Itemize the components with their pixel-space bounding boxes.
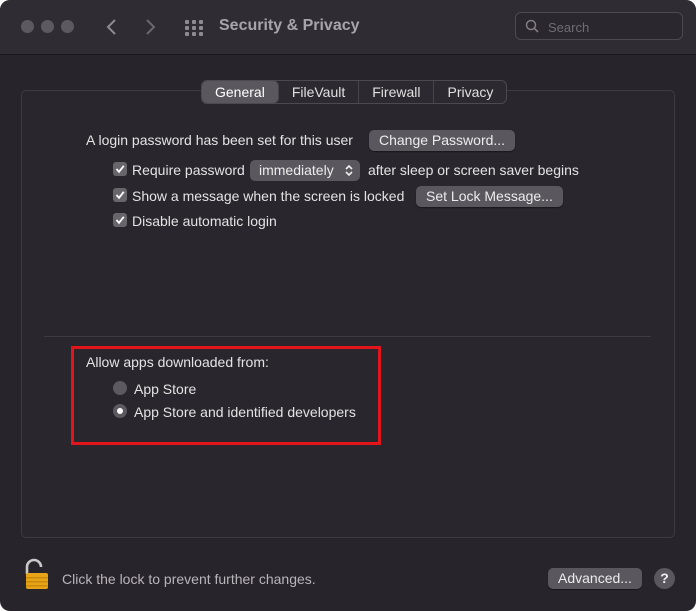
tab-bar: General FileVault Firewall Privacy [201, 80, 508, 104]
checkmark-icon [115, 191, 125, 200]
section-divider [44, 336, 651, 337]
chevron-left-icon [106, 19, 116, 35]
identified-developers-radio[interactable] [113, 404, 127, 418]
require-password-checkbox[interactable] [113, 162, 127, 176]
disable-login-checkbox[interactable] [113, 213, 127, 227]
tab-general[interactable]: General [202, 81, 279, 103]
up-down-arrows-icon [345, 164, 353, 177]
lock-status-text: Click the lock to prevent further change… [62, 571, 316, 587]
tab-privacy[interactable]: Privacy [434, 81, 506, 103]
require-password-select-value: immediately [259, 162, 334, 178]
minimize-window-button[interactable] [41, 20, 54, 33]
checkmark-icon [115, 165, 125, 174]
zoom-window-button[interactable] [61, 20, 74, 33]
require-password-label: Require password [132, 162, 245, 178]
window-title: Security & Privacy [219, 17, 360, 34]
help-button[interactable]: ? [654, 568, 675, 589]
chevron-right-icon [146, 19, 156, 35]
advanced-button[interactable]: Advanced... [548, 568, 642, 589]
search-icon [525, 19, 539, 33]
search-box[interactable] [515, 12, 683, 40]
show-message-label: Show a message when the screen is locked [132, 188, 405, 204]
checkmark-icon [115, 216, 125, 225]
forward-button[interactable] [138, 14, 162, 40]
require-password-suffix: after sleep or screen saver begins [368, 162, 579, 178]
content-panel [21, 90, 675, 538]
allow-apps-heading: Allow apps downloaded from: [86, 354, 269, 370]
app-store-radio[interactable] [113, 381, 127, 395]
disable-login-label: Disable automatic login [132, 213, 277, 229]
lock-icon[interactable] [24, 557, 52, 591]
login-password-text: A login password has been set for this u… [86, 132, 353, 148]
window: Security & Privacy General FileVault Fir… [0, 0, 696, 611]
change-password-button[interactable]: Change Password... [369, 130, 516, 151]
tab-firewall[interactable]: Firewall [359, 81, 435, 103]
back-button[interactable] [100, 14, 124, 40]
require-password-select[interactable]: immediately [250, 160, 360, 181]
show-message-checkbox[interactable] [113, 188, 127, 202]
show-all-grid-icon[interactable] [183, 17, 205, 39]
tab-filevault[interactable]: FileVault [279, 81, 360, 103]
search-input[interactable] [546, 16, 680, 38]
app-store-label: App Store [134, 381, 197, 397]
title-bar: Security & Privacy [0, 0, 696, 55]
set-lock-message-button[interactable]: Set Lock Message... [416, 186, 563, 207]
identified-developers-label: App Store and identified developers [134, 404, 356, 420]
close-window-button[interactable] [21, 20, 34, 33]
